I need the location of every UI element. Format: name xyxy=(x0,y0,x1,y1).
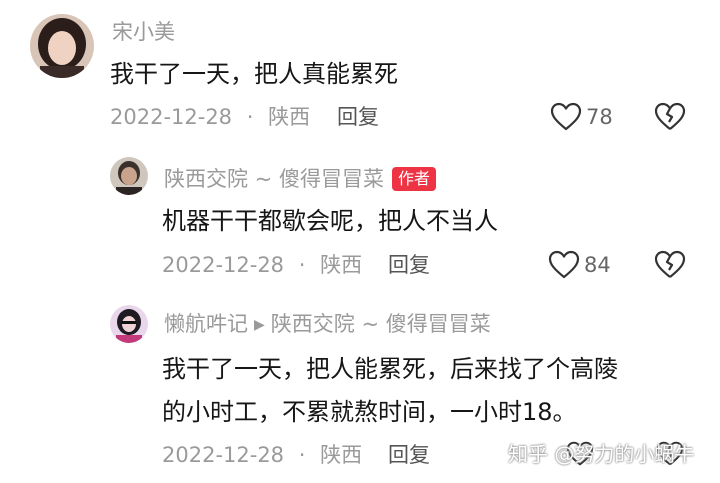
dislike-button[interactable] xyxy=(654,102,686,136)
avatar[interactable] xyxy=(110,305,148,343)
like-count: 78 xyxy=(586,104,613,129)
broken-heart-icon xyxy=(654,250,686,278)
comment-text-line: 机器干干都歇会呢，把人不当人 xyxy=(162,207,498,235)
comment-meta: 2022-12-28 · 陕西 xyxy=(162,255,362,276)
broken-heart-icon xyxy=(654,102,686,130)
comment-location: 陕西 xyxy=(320,443,363,467)
comment-date: 2022-12-28 xyxy=(110,105,233,129)
username: 陕西交院 ~ 傻得冒冒菜 作者 xyxy=(164,167,436,191)
username: 懒航吽记 ▶ 陕西交院 ~ 傻得冒冒菜 xyxy=(164,314,491,335)
author-badge: 作者 xyxy=(391,167,436,191)
dislike-button[interactable] xyxy=(654,250,686,284)
comment-location: 陕西 xyxy=(268,105,311,129)
reply-button[interactable]: 回复 xyxy=(388,445,430,466)
reply-button[interactable]: 回复 xyxy=(337,107,379,128)
username[interactable]: 宋小美 xyxy=(112,22,175,43)
like-button[interactable]: 84 xyxy=(548,250,611,280)
comment-location: 陕西 xyxy=(320,253,363,277)
comment-date: 2022-12-28 xyxy=(162,253,285,277)
meta-separator: · xyxy=(298,443,306,467)
like-count: 84 xyxy=(584,252,611,277)
comment-text-line: 的小时工，不累就熬时间，一小时18。 xyxy=(162,398,577,426)
avatar[interactable] xyxy=(30,14,94,78)
avatar[interactable] xyxy=(110,157,148,195)
comment-meta: 2022-12-28 · 陕西 xyxy=(162,445,362,466)
heart-outline-icon xyxy=(550,102,582,131)
reply-to-name[interactable]: 陕西交院 ~ 傻得冒冒菜 xyxy=(271,312,491,336)
meta-separator: · xyxy=(246,105,254,129)
comment-date: 2022-12-28 xyxy=(162,443,285,467)
author-name[interactable]: 陕西交院 ~ 傻得冒冒菜 xyxy=(164,167,384,191)
comment-text-line: 我干了一天，把人能累死，后来找了个高陵 xyxy=(162,355,618,383)
comment-meta: 2022-12-28 · 陕西 xyxy=(110,107,310,128)
meta-separator: · xyxy=(298,253,306,277)
play-arrow-icon: ▶ xyxy=(254,317,265,333)
like-button[interactable]: 78 xyxy=(550,102,613,132)
comment-thread: 宋小美 我干了一天，把人真能累死 2022-12-28 · 陕西 回复 78 陕… xyxy=(0,0,720,483)
author-name[interactable]: 懒航吽记 xyxy=(164,312,248,336)
reply-button[interactable]: 回复 xyxy=(388,255,430,276)
watermark: 知乎 @努力的小蜗牛 xyxy=(508,442,695,466)
heart-outline-icon xyxy=(548,250,580,279)
comment-text-line: 我干了一天，把人真能累死 xyxy=(110,60,398,88)
